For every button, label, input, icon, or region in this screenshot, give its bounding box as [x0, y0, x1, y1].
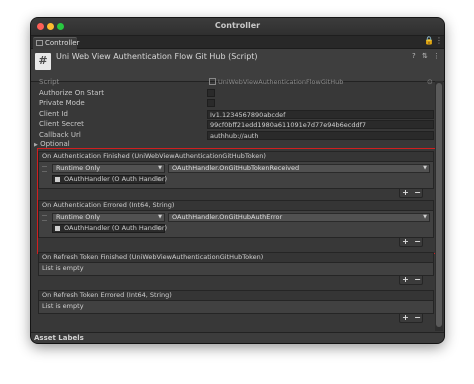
remove-listener-button[interactable]: − [412, 313, 423, 322]
private-mode-checkbox[interactable] [207, 99, 215, 107]
method-value: OAuthHandler.OnGitHubTokenReceived [172, 164, 300, 172]
inspector-icon [36, 40, 43, 46]
private-mode-label: Private Mode [39, 99, 85, 107]
script-row: Script UniWebViewAuthenticationFlowGitHu… [31, 78, 444, 88]
script-icon: # [35, 53, 51, 70]
object-icon [55, 226, 60, 231]
refresh-errored-add-remove: + − [399, 313, 423, 323]
client-secret-label: Client Secret [39, 120, 84, 128]
presets-icon[interactable]: ⇅ [422, 52, 428, 60]
callback-url-row: Callback Url authhub://auth [31, 131, 444, 141]
title-bar: Controller [31, 18, 444, 36]
vertical-scrollbar[interactable] [435, 81, 443, 331]
chevron-down-icon: ▼ [158, 214, 162, 220]
auth-finished-add-remove: + − [399, 188, 423, 198]
script-glyph: # [38, 54, 48, 67]
remove-listener-button[interactable]: − [412, 275, 423, 284]
refresh-errored-event-header: On Refresh Token Errored (Int64, String) [38, 290, 434, 301]
object-picker-icon[interactable]: ⊙ [157, 225, 162, 232]
script-field[interactable]: UniWebViewAuthenticationFlowGitHub [207, 78, 434, 87]
runtime-dropdown[interactable]: Runtime Only ▼ [52, 164, 165, 173]
target-object-field[interactable]: OAuthHandler (O Auth Handler) ⊙ [52, 175, 168, 184]
target-object-value: OAuthHandler (O Auth Handler) [64, 224, 168, 232]
refresh-finished-empty-list: List is empty [38, 263, 434, 276]
runtime-value: Runtime Only [56, 164, 101, 172]
target-object-value: OAuthHandler (O Auth Handler) [64, 175, 168, 183]
auth-errored-event-body: Runtime Only ▼ OAuthHandler.OnGitHubAuthE… [38, 211, 434, 238]
client-secret-row: Client Secret 99cf0bff21edd1980a611091e7… [31, 120, 444, 130]
add-listener-button[interactable]: + [400, 275, 411, 284]
object-icon [55, 177, 60, 182]
chevron-down-icon: ▼ [423, 165, 427, 171]
drag-handle-icon[interactable] [42, 166, 47, 172]
inspector-window: Controller Controller 🔒 ⋮ # Uni Web View… [31, 18, 444, 343]
drag-handle-icon[interactable] [42, 215, 47, 221]
callback-url-label: Callback Url [39, 131, 81, 139]
client-id-label: Client Id [39, 110, 68, 118]
runtime-value: Runtime Only [56, 213, 101, 221]
tab-menu-icon[interactable]: ⋮ [435, 36, 443, 45]
script-value: UniWebViewAuthenticationFlowGitHub [218, 78, 344, 86]
auth-errored-event-header: On Authentication Errored (Int64, String… [38, 200, 434, 211]
auth-finished-event-body: Runtime Only ▼ OAuthHandler.OnGitHubToken… [38, 162, 434, 189]
runtime-dropdown[interactable]: Runtime Only ▼ [52, 213, 165, 222]
client-secret-input[interactable]: 99cf0bff21edd1980a611091e7d77e94b6ecddf7 [207, 120, 434, 129]
script-picker-icon[interactable]: ⊙ [427, 78, 433, 86]
client-id-input[interactable]: Iv1.1234567890abcdef [207, 110, 434, 119]
authorize-on-start-row: Authorize On Start [31, 89, 444, 99]
authorize-on-start-label: Authorize On Start [39, 89, 104, 97]
method-dropdown[interactable]: OAuthHandler.OnGitHubTokenReceived ▼ [168, 164, 430, 173]
tab-controller[interactable]: Controller [33, 37, 80, 49]
optional-foldout[interactable]: ▶ Optional [34, 140, 70, 148]
lock-icon[interactable]: 🔒 [424, 36, 434, 45]
add-listener-button[interactable]: + [400, 313, 411, 322]
chevron-down-icon: ▼ [158, 165, 162, 171]
remove-listener-button[interactable]: − [412, 237, 423, 246]
help-icon[interactable]: ? [412, 52, 416, 60]
object-picker-icon[interactable]: ⊙ [157, 176, 162, 183]
window-title: Controller [214, 21, 261, 30]
authorize-on-start-checkbox[interactable] [207, 89, 215, 97]
private-mode-row: Private Mode [31, 99, 444, 109]
method-dropdown[interactable]: OAuthHandler.OnGitHubAuthError ▼ [168, 213, 430, 222]
add-listener-button[interactable]: + [400, 188, 411, 197]
component-menu-icon[interactable]: ⋮ [433, 52, 440, 60]
optional-label: Optional [40, 140, 70, 148]
callback-url-input[interactable]: authhub://auth [207, 131, 434, 140]
chevron-down-icon: ▼ [423, 214, 427, 220]
client-id-row: Client Id Iv1.1234567890abcdef [31, 110, 444, 120]
method-value: OAuthHandler.OnGitHubAuthError [172, 213, 283, 221]
refresh-errored-empty-list: List is empty [38, 301, 434, 314]
refresh-finished-event-header: On Refresh Token Finished (UniWebViewAut… [38, 252, 434, 263]
refresh-finished-add-remove: + − [399, 275, 423, 285]
component-title: Uni Web View Authentication Flow Git Hub… [56, 52, 258, 61]
asset-labels-section[interactable]: Asset Labels [31, 332, 444, 343]
auth-finished-event-header: On Authentication Finished (UniWebViewAu… [38, 151, 434, 162]
script-file-icon [209, 78, 216, 85]
scrollbar-thumb[interactable] [436, 83, 442, 327]
tab-bar: Controller 🔒 ⋮ [31, 36, 444, 49]
script-label: Script [39, 78, 60, 86]
add-listener-button[interactable]: + [400, 237, 411, 246]
remove-listener-button[interactable]: − [412, 188, 423, 197]
tab-label: Controller [45, 39, 80, 47]
target-object-field[interactable]: OAuthHandler (O Auth Handler) ⊙ [52, 224, 168, 233]
auth-errored-add-remove: + − [399, 237, 423, 247]
